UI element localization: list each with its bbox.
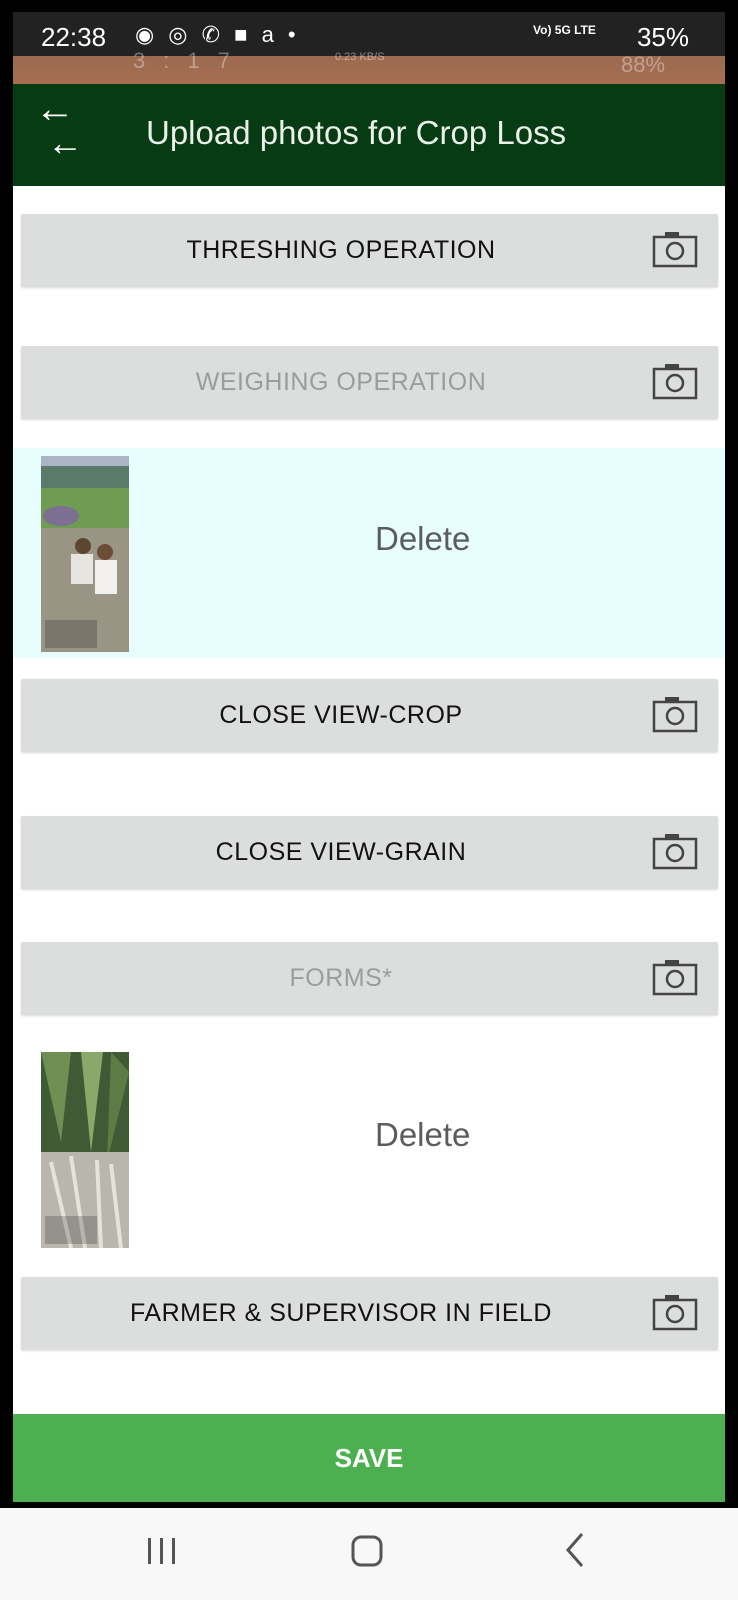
delete-photo-button[interactable]: Delete <box>375 1116 470 1154</box>
section-weighing-operation[interactable]: WEIGHING OPERATION <box>21 346 718 419</box>
save-button[interactable]: SAVE <box>13 1414 725 1502</box>
save-label: SAVE <box>334 1443 404 1473</box>
back-button[interactable]: ← ← <box>35 87 95 164</box>
arrow-left-icon: ← <box>47 122 83 163</box>
camera-icon[interactable] <box>652 362 698 400</box>
camera-icon[interactable] <box>652 1293 698 1331</box>
status-time: 22:38 <box>41 22 107 52</box>
section-threshing-operation[interactable]: THRESHING OPERATION <box>21 214 718 287</box>
recents-icon[interactable] <box>145 1534 179 1568</box>
ghost-status-text: 3:17 <box>133 48 248 73</box>
section-label: WEIGHING OPERATION <box>195 368 487 396</box>
ghost-battery-text: 88% <box>621 52 666 77</box>
notification-icons: ◉ ◎ ✆ ■ a • <box>135 22 300 47</box>
section-label: THRESHING OPERATION <box>186 236 496 264</box>
photo-row: Delete <box>13 448 725 658</box>
section-close-view-crop[interactable]: CLOSE VIEW-CROP <box>21 679 718 752</box>
section-farmer-supervisor-in-field[interactable]: FARMER & SUPERVISOR IN FIELD <box>21 1277 718 1350</box>
home-icon[interactable] <box>350 1534 384 1568</box>
page-title: Upload photos for Crop Loss <box>146 114 567 151</box>
section-label: CLOSE VIEW-GRAIN <box>215 838 467 866</box>
section-label: FORMS* <box>289 964 393 992</box>
camera-icon[interactable] <box>652 695 698 733</box>
section-label: FARMER & SUPERVISOR IN FIELD <box>130 1299 552 1327</box>
upload-content: THRESHING OPERATION WEIGHING OPERATION D… <box>13 186 725 1414</box>
camera-icon[interactable] <box>652 230 698 268</box>
phone-screen: 22:38 ◉ ◎ ✆ ■ a • Vo) 5G LTE 35% 3:17 0.… <box>0 0 738 1600</box>
photo-thumbnail[interactable] <box>41 456 129 652</box>
ghost-speed-text: 0.23 KB/S <box>335 51 385 63</box>
arrow-left-icon: ← <box>35 87 75 131</box>
delete-photo-button[interactable]: Delete <box>375 520 470 558</box>
section-close-view-grain[interactable]: CLOSE VIEW-GRAIN <box>21 816 718 889</box>
status-bar: 22:38 ◉ ◎ ✆ ■ a • Vo) 5G LTE 35% 3:17 0.… <box>13 12 725 84</box>
network-indicator-icon: Vo) 5G LTE <box>533 23 596 37</box>
battery-percentage: 35% <box>636 22 689 52</box>
photo-thumbnail[interactable] <box>41 1052 129 1248</box>
section-label: CLOSE VIEW-CROP <box>219 701 463 729</box>
camera-icon[interactable] <box>652 832 698 870</box>
back-chevron-icon[interactable] <box>560 1530 590 1570</box>
photo-row: Delete <box>13 1044 725 1254</box>
section-forms[interactable]: FORMS* <box>21 942 718 1015</box>
camera-icon[interactable] <box>652 958 698 996</box>
system-nav-bar <box>0 1508 738 1600</box>
app-bar: ← ← Upload photos for Crop Loss <box>13 84 725 186</box>
